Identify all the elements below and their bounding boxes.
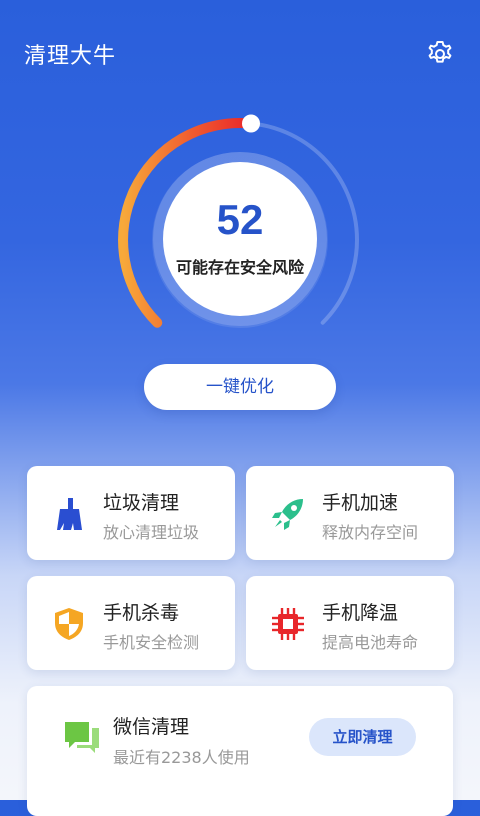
junk-clean-title: 垃圾清理 <box>103 492 180 514</box>
junk-clean-subtitle: 放心清理垃圾 <box>103 523 200 542</box>
wechat-clean-card: 微信清理 最近有2238人使用 立即清理 <box>27 686 453 816</box>
score-status-label: 可能存在安全风险 <box>175 258 304 277</box>
junk-clean-card[interactable]: 垃圾清理 放心清理垃圾 <box>27 466 235 560</box>
score-value: 52 <box>216 196 264 243</box>
phone-cooldown-subtitle: 提高电池寿命 <box>322 633 419 652</box>
gauge-knob <box>242 114 260 133</box>
phone-speedup-title: 手机加速 <box>322 492 399 514</box>
chat-bubble-icon <box>65 722 99 753</box>
phone-cooldown-title: 手机降温 <box>322 602 399 624</box>
chip-icon <box>272 608 304 640</box>
rocket-icon <box>272 499 303 530</box>
phone-speedup-card[interactable]: 手机加速 释放内存空间 <box>246 466 454 560</box>
antivirus-subtitle: 手机安全检测 <box>103 633 200 652</box>
antivirus-card[interactable]: 手机杀毒 手机安全检测 <box>27 576 235 670</box>
wechat-clean-title: 微信清理 <box>113 716 190 738</box>
broom-icon <box>57 498 82 530</box>
shield-icon <box>55 608 83 640</box>
score-circle: 52 可能存在安全风险 <box>163 162 317 316</box>
phone-speedup-subtitle: 释放内存空间 <box>322 523 419 542</box>
wechat-clean-subtitle: 最近有2238人使用 <box>113 748 250 767</box>
antivirus-title: 手机杀毒 <box>103 602 180 624</box>
one-click-optimize-button[interactable]: 一键优化 <box>144 364 336 410</box>
phone-cooldown-card[interactable]: 手机降温 提高电池寿命 <box>246 576 454 670</box>
clean-now-button[interactable]: 立即清理 <box>309 718 416 756</box>
